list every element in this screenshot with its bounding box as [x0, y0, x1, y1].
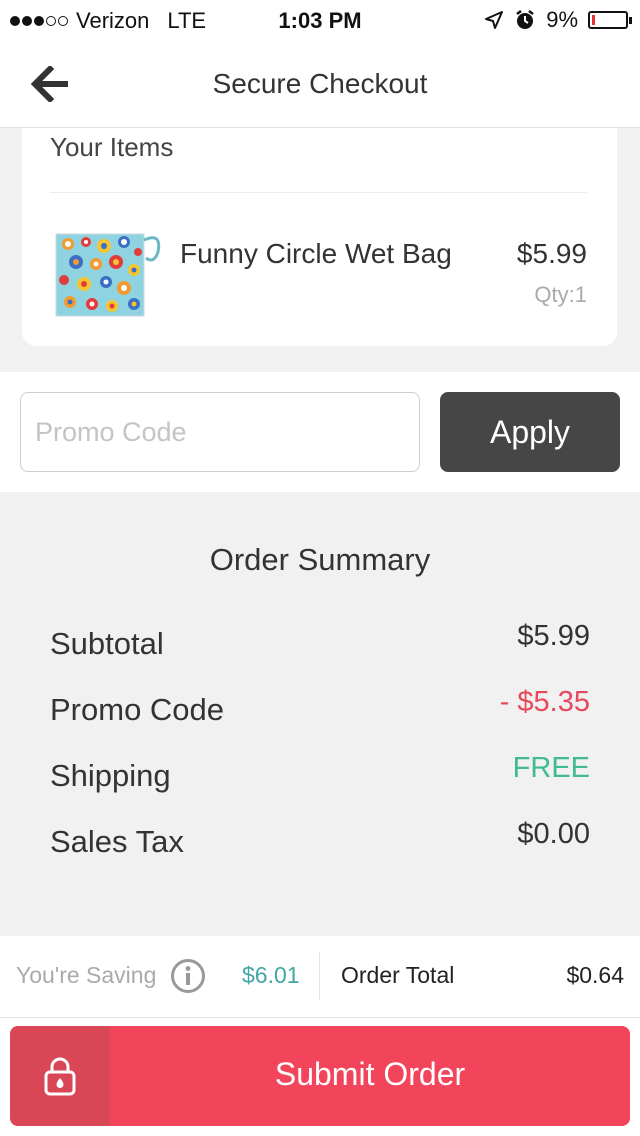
order-summary: Order Summary Subtotal $5.99 Promo Code … — [0, 492, 640, 936]
lock-zone — [10, 1026, 110, 1126]
order-total-value: $0.64 — [566, 962, 624, 988]
nav-bar: Secure Checkout — [0, 40, 640, 128]
shipping-label: Shipping — [50, 758, 171, 793]
submit-area: Submit Order — [0, 1018, 640, 1136]
submit-order-label: Submit Order — [274, 1056, 466, 1092]
summary-title: Order Summary — [209, 542, 431, 577]
summary-row-subtotal: Subtotal $5.99 — [50, 620, 590, 676]
saving-value: $6.01 — [242, 962, 300, 988]
product-name[interactable]: Funny Circle Wet Bag — [180, 238, 452, 270]
subtotal-label: Subtotal — [50, 626, 164, 661]
product-image[interactable] — [54, 228, 164, 323]
totals-bar: You're Saving $6.01 Order Total $0.64 — [0, 936, 640, 1018]
promo-code-input[interactable] — [20, 392, 420, 472]
shipping-value: FREE — [512, 752, 590, 784]
saving-label: You're Saving — [16, 962, 157, 988]
product-price: $5.99 — [516, 238, 587, 269]
product-quantity: Qty:1 — [534, 282, 587, 307]
sales-tax-label: Sales Tax — [50, 824, 184, 859]
promo-discount-value: - $5.35 — [499, 686, 590, 718]
status-bar: Verizon LTE 1:03 PM 9% — [0, 0, 640, 40]
summary-row-tax: Sales Tax $0.00 — [50, 818, 590, 874]
promo-section: Apply — [0, 372, 640, 492]
items-heading: Your Items — [50, 132, 174, 162]
divider — [319, 952, 320, 1000]
battery-fill — [592, 15, 595, 25]
submit-order-button[interactable]: Submit Order — [10, 1026, 630, 1126]
divider — [50, 192, 587, 193]
apply-button[interactable]: Apply — [440, 392, 620, 472]
order-total-label: Order Total — [341, 962, 455, 988]
items-card: Your Items Funny Circle Wet Bag $5.99 Qt… — [22, 128, 617, 346]
lock-icon — [44, 1057, 76, 1096]
summary-row-shipping: Shipping FREE — [50, 752, 590, 808]
summary-row-promo: Promo Code - $5.35 — [50, 686, 590, 742]
alarm-clock-icon — [516, 10, 534, 29]
page-title: Secure Checkout — [212, 68, 428, 99]
status-right: 9% — [484, 7, 632, 33]
battery-icon — [588, 11, 632, 29]
info-icon[interactable] — [170, 958, 206, 994]
promo-label: Promo Code — [50, 692, 225, 727]
location-arrow-icon — [485, 11, 504, 29]
sales-tax-value: $0.00 — [517, 818, 590, 850]
subtotal-value: $5.99 — [517, 620, 590, 652]
battery-percent: 9% — [546, 7, 578, 32]
